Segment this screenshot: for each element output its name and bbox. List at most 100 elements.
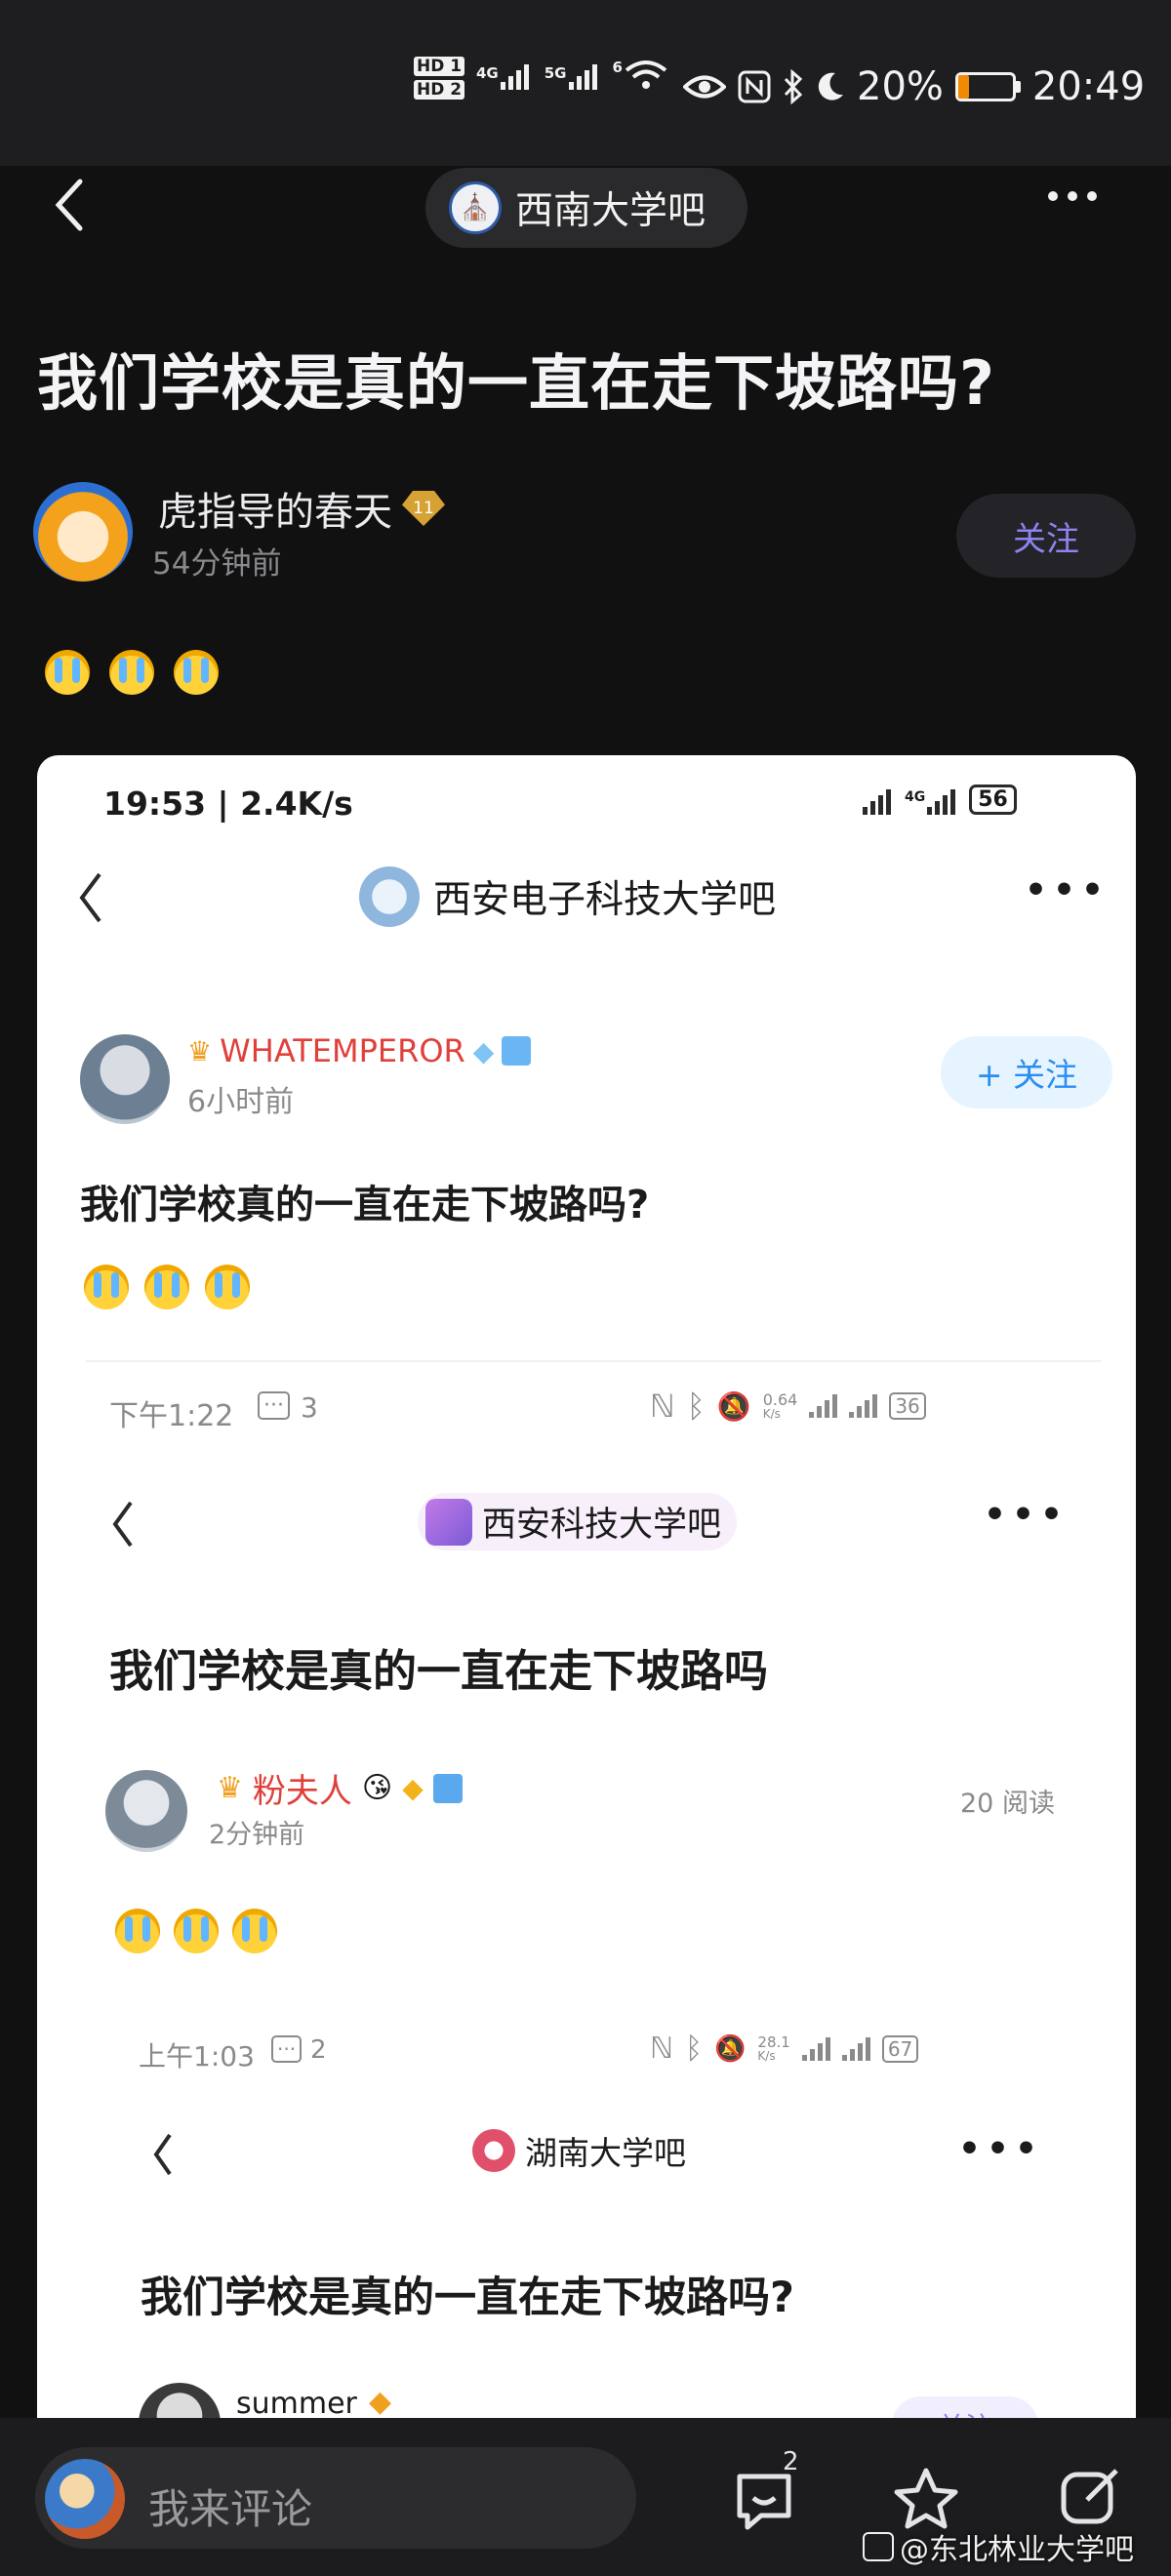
- nested2-badge-icon: ◆: [369, 2385, 392, 2419]
- comment-count: 2: [783, 2447, 799, 2476]
- author-row[interactable]: 虎指导的春天 11: [158, 480, 445, 537]
- diamond-icon: ◆: [472, 1034, 495, 1067]
- comment-icon[interactable]: [732, 2469, 796, 2537]
- crying-emoji-icon: [84, 1265, 129, 1309]
- nested1-msg-count: 3: [301, 1391, 318, 1424]
- nested1-msg-icon: ···: [258, 1391, 290, 1420]
- follow-button[interactable]: 关注: [956, 494, 1136, 578]
- status-icons: 20% 20:49: [683, 64, 1145, 109]
- nested2-mute-icon: 🔕: [714, 2033, 747, 2064]
- nested1-crown-icon: ♛: [217, 1771, 243, 1805]
- network-type-2: 5G: [544, 64, 567, 82]
- nested1-bluetooth-icon: ᛒ: [686, 1388, 706, 1425]
- crying-emoji-icon: [109, 650, 154, 695]
- nested1-user-name: 粉夫人: [252, 1772, 352, 1811]
- divider: [86, 1360, 1101, 1362]
- author-avatar[interactable]: [33, 482, 133, 582]
- nested2-msg-icon: ···: [271, 2035, 303, 2063]
- crying-emoji-icon: [144, 1265, 189, 1309]
- sim-indicator: HD 1 HD 2: [414, 57, 465, 100]
- nested1-signal-icon: [809, 1394, 838, 1418]
- image-back-icon: [76, 870, 105, 929]
- crying-emoji-icon: [205, 1265, 250, 1309]
- post-time: 54分钟前: [152, 546, 282, 582]
- my-avatar: [45, 2459, 125, 2539]
- nested1-forum-name: 西安科技大学吧: [482, 1506, 722, 1545]
- nested2-speed: 28.1: [757, 2033, 790, 2051]
- nested2-bluetooth-icon: ᛒ: [685, 2032, 704, 2066]
- crown-icon: ♛: [187, 1034, 213, 1067]
- crying-emoji-icon: [174, 1909, 219, 1953]
- forum-logo: ⛪: [449, 181, 502, 234]
- image-signal-icon: [863, 789, 891, 815]
- nested1-forum-title: 西安科技大学吧: [418, 1493, 738, 1550]
- crying-emoji-icon: [115, 1909, 160, 1953]
- image-forum-logo: [359, 866, 420, 927]
- wifi-icon: 6: [613, 59, 667, 90]
- nested1-reads: 20 阅读: [960, 1789, 1055, 1819]
- forum-pill[interactable]: ⛪ 西南大学吧: [425, 168, 747, 248]
- network-type-1: 4G: [476, 64, 499, 82]
- battery-icon: [954, 72, 1021, 101]
- image-user-name: WHATEMPEROR: [220, 1032, 465, 1069]
- image-signal-2-icon: [927, 789, 956, 815]
- more-dots-icon[interactable]: [1048, 191, 1097, 201]
- nested1-speed-unit: K/s: [762, 1407, 781, 1421]
- post-image[interactable]: 19:53 | 2.4K/s 4G 56 西安电子科技大学吧 ••• ♛ WHA…: [37, 755, 1136, 2576]
- signal-group: 4G 5G 6: [476, 59, 667, 90]
- nested1-battery: 36: [889, 1392, 926, 1420]
- nested2-nfc-icon: ℕ: [650, 2032, 674, 2066]
- back-arrow-icon[interactable]: [51, 176, 90, 234]
- image-follow-button: + 关注: [941, 1036, 1112, 1108]
- image-user-avatar: [80, 1034, 170, 1124]
- image-emojis: [84, 1265, 250, 1309]
- nested1-back-icon: [109, 1499, 137, 1553]
- nested1-post-time: 2分钟前: [209, 1820, 305, 1850]
- image-network-type: 4G: [905, 789, 926, 805]
- image-post-time: 6小时前: [187, 1085, 295, 1119]
- author-name[interactable]: 虎指导的春天: [158, 480, 392, 537]
- nested1-status-icons: ℕ ᛒ 🔕 0.64 K/s 36: [650, 1388, 926, 1425]
- nested2-status-time: 上午1:03: [139, 2040, 255, 2073]
- member-icon: [502, 1036, 532, 1066]
- nested1-more-icon: •••: [984, 1495, 1070, 1535]
- image-status-icons: 4G 56: [863, 785, 1017, 815]
- nested2-msg-count: 2: [310, 2035, 327, 2065]
- bluetooth-icon: [784, 69, 803, 104]
- comment-placeholder[interactable]: 我来评论: [148, 2476, 312, 2536]
- nested2-post-title: 我们学校是真的一直在走下坡路吗?: [141, 2274, 794, 2322]
- crying-emoji-icon: [174, 650, 219, 695]
- comment-input[interactable]: [35, 2447, 636, 2549]
- image-forum-name: 西安电子科技大学吧: [433, 878, 777, 922]
- image-forum-title: 西安电子科技大学吧: [359, 866, 776, 927]
- nested1-forum-logo: [425, 1498, 472, 1546]
- share-icon[interactable]: [1058, 2465, 1122, 2533]
- forum-name: 西南大学吧: [515, 189, 707, 233]
- post-title: 我们学校是真的一直在走下坡路吗?: [37, 347, 995, 419]
- nested2-more-icon: •••: [958, 2129, 1044, 2169]
- nested1-status-time: 下午1:22: [109, 1399, 234, 1433]
- nested2-status-icons: ℕ ᛒ 🔕 28.1 K/s 67: [650, 2032, 919, 2066]
- nested1-mute-icon: 🔕: [716, 1389, 751, 1423]
- nested1-post-title: 我们学校是真的一直在走下坡路吗: [109, 1645, 769, 1697]
- clock: 20:49: [1031, 64, 1146, 109]
- crying-emoji-icon: [45, 650, 90, 695]
- nested1-member-icon: [432, 1773, 463, 1803]
- nested2-signal-2-icon: [841, 2036, 870, 2061]
- nested1-signal-2-icon: [849, 1394, 878, 1418]
- nested1-user-row: ♛ 粉夫人 😘 ◆: [217, 1764, 463, 1812]
- nfc-icon: [738, 70, 771, 103]
- nested2-signal-icon: [801, 2036, 830, 2061]
- eye-icon: [683, 75, 726, 99]
- weibo-logo-icon: [863, 2532, 894, 2561]
- post-emojis: [45, 650, 219, 695]
- nested1-speed: 0.64: [762, 1390, 798, 1409]
- sim1-label: HD 1: [414, 57, 465, 76]
- watermark-text: @东北林业大学吧: [900, 2533, 1134, 2567]
- image-user-row: ♛ WHATEMPEROR ◆: [187, 1032, 532, 1069]
- signal-1-icon: [500, 64, 529, 90]
- nested2-forum-logo: [472, 2129, 515, 2172]
- moon-icon: [818, 72, 843, 101]
- nested2-battery: 67: [881, 2034, 919, 2063]
- image-battery: 56: [969, 785, 1017, 815]
